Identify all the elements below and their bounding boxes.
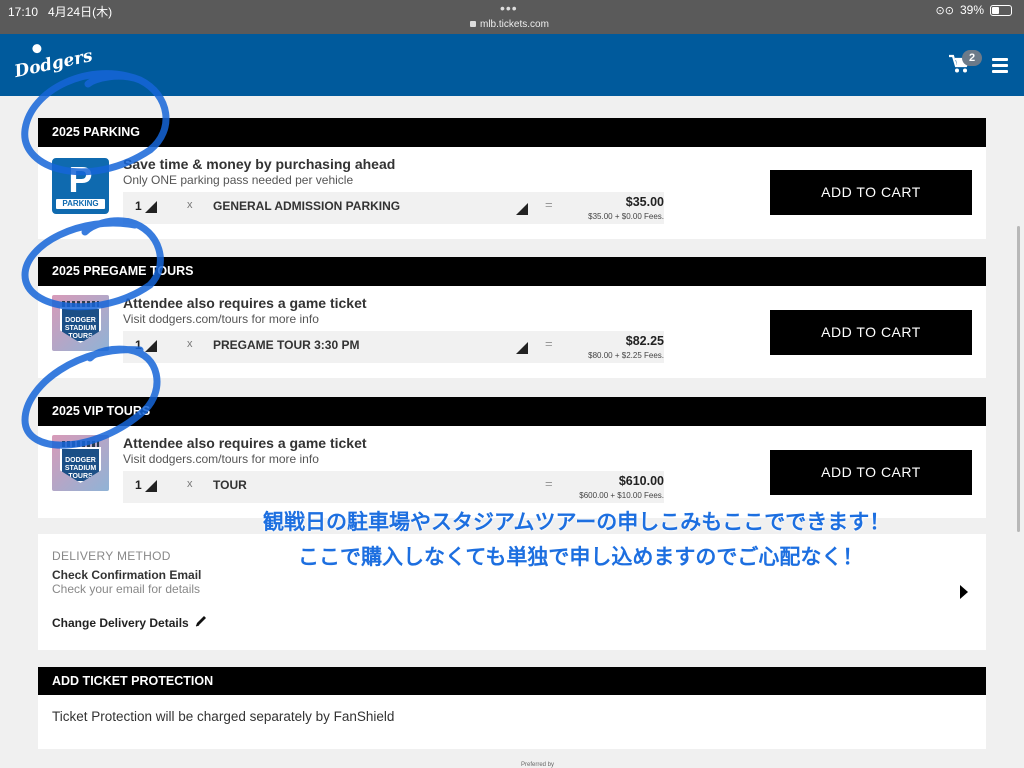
item-dropdown-icon[interactable]	[516, 203, 528, 215]
scrollbar[interactable]	[1017, 226, 1020, 532]
quantity-dropdown-icon[interactable]	[145, 340, 157, 352]
price: $82.25	[625, 334, 664, 348]
fees-breakdown: $35.00 + $0.00 Fees.	[588, 212, 664, 221]
quantity-select[interactable]: 1	[135, 338, 142, 352]
cart-count-badge[interactable]: 2	[962, 50, 982, 66]
pregame-tours-title: Attendee also requires a game ticket	[123, 295, 367, 311]
dodger-stadium-tours-icon: DODGER STADIUM TOURS	[52, 295, 109, 351]
vip-tours-card: DODGER STADIUM TOURS Attendee also requi…	[38, 426, 986, 518]
price: $35.00	[625, 195, 664, 209]
status-bar: 17:10 4月24日(木) ••• mlb.tickets.com ⊙⊙ 39…	[0, 0, 1024, 34]
site-header: Dodgers 2	[0, 34, 1024, 96]
add-to-cart-button[interactable]: ADD TO CART	[770, 310, 972, 355]
parking-subtitle: Only ONE parking pass needed per vehicle	[123, 173, 354, 187]
fees-breakdown: $600.00 + $10.00 Fees.	[579, 491, 664, 500]
vip-tours-title: Attendee also requires a game ticket	[123, 435, 367, 451]
pregame-tours-card: DODGER STADIUM TOURS Attendee also requi…	[38, 286, 986, 378]
parking-card: P PARKING Save time & money by purchasin…	[38, 147, 986, 239]
ticket-protection-text: Ticket Protection will be charged separa…	[52, 709, 395, 724]
delivery-method-subtitle: Check your email for details	[52, 582, 201, 596]
pregame-tours-order-row: 1 x PREGAME TOUR 3:30 PM = $82.25 $80.00…	[123, 331, 664, 363]
add-to-cart-button[interactable]: ADD TO CART	[770, 170, 972, 215]
delivery-method-label: DELIVERY METHOD	[52, 549, 171, 563]
section-header-parking: 2025 PARKING	[38, 118, 986, 147]
chevron-right-icon[interactable]	[960, 585, 968, 599]
equals-sign: =	[545, 476, 553, 491]
baseball-icon	[31, 43, 43, 54]
quantity-select[interactable]: 1	[135, 478, 142, 492]
change-delivery-details-link[interactable]: Change Delivery Details	[52, 616, 189, 630]
eyeglasses-icon: ⊙⊙	[935, 4, 954, 17]
status-right: ⊙⊙ 39%	[936, 3, 1012, 17]
hamburger-menu-icon[interactable]	[992, 58, 1008, 74]
preferred-by-label: Preferred by	[521, 762, 555, 768]
pencil-icon[interactable]	[194, 614, 208, 628]
add-to-cart-button[interactable]: ADD TO CART	[770, 450, 972, 495]
vip-tours-subtitle: Visit dodgers.com/tours for more info	[123, 452, 319, 466]
delivery-method-title: Check Confirmation Email	[52, 568, 202, 582]
battery-icon	[990, 4, 1012, 16]
annotation-line-2: ここで購入しなくても単独で申し込めますのでご心配なく！	[298, 545, 864, 569]
annotation-line-1: 観戦日の駐車場やスタジアムツアーの申しこみもここでできます！	[263, 510, 891, 534]
equals-sign: =	[545, 336, 553, 351]
multiply-sign: x	[187, 199, 193, 211]
equals-sign: =	[545, 197, 553, 212]
url-bar[interactable]: mlb.tickets.com	[470, 19, 549, 30]
section-header-pregame-tours: 2025 PREGAME TOURS	[38, 257, 986, 286]
ticket-protection-card: Ticket Protection will be charged separa…	[38, 695, 986, 749]
multitask-dots-icon[interactable]: •••	[500, 0, 518, 16]
section-header-ticket-protection: ADD TICKET PROTECTION	[38, 667, 986, 696]
section-header-vip-tours: 2025 VIP TOURS	[38, 397, 986, 426]
vip-tours-order-row: 1 x TOUR = $610.00 $600.00 + $10.00 Fees…	[123, 471, 664, 503]
hand-drawn-circles	[21, 70, 170, 449]
status-time-date: 17:10 4月24日(木)	[8, 5, 113, 19]
item-label: TOUR	[213, 478, 247, 492]
price: $610.00	[618, 474, 664, 488]
multiply-sign: x	[187, 478, 193, 490]
item-select[interactable]: PREGAME TOUR 3:30 PM	[213, 338, 359, 352]
item-select[interactable]: GENERAL ADMISSION PARKING	[213, 199, 400, 213]
quantity-dropdown-icon[interactable]	[145, 480, 157, 492]
fees-breakdown: $80.00 + $2.25 Fees.	[588, 351, 664, 360]
battery-percent: 39%	[959, 3, 984, 17]
dodger-stadium-tours-icon: DODGER STADIUM TOURS	[52, 435, 109, 491]
dodgers-logo[interactable]: Dodgers	[13, 43, 94, 82]
parking-icon: P PARKING	[52, 158, 109, 214]
multiply-sign: x	[187, 338, 193, 350]
quantity-dropdown-icon[interactable]	[145, 201, 157, 213]
pregame-tours-subtitle: Visit dodgers.com/tours for more info	[123, 312, 319, 326]
parking-order-row: 1 x GENERAL ADMISSION PARKING = $35.00 $…	[123, 192, 664, 224]
quantity-select[interactable]: 1	[135, 199, 142, 213]
parking-title: Save time & money by purchasing ahead	[123, 156, 396, 172]
lock-icon	[470, 21, 476, 27]
item-dropdown-icon[interactable]	[516, 342, 528, 354]
